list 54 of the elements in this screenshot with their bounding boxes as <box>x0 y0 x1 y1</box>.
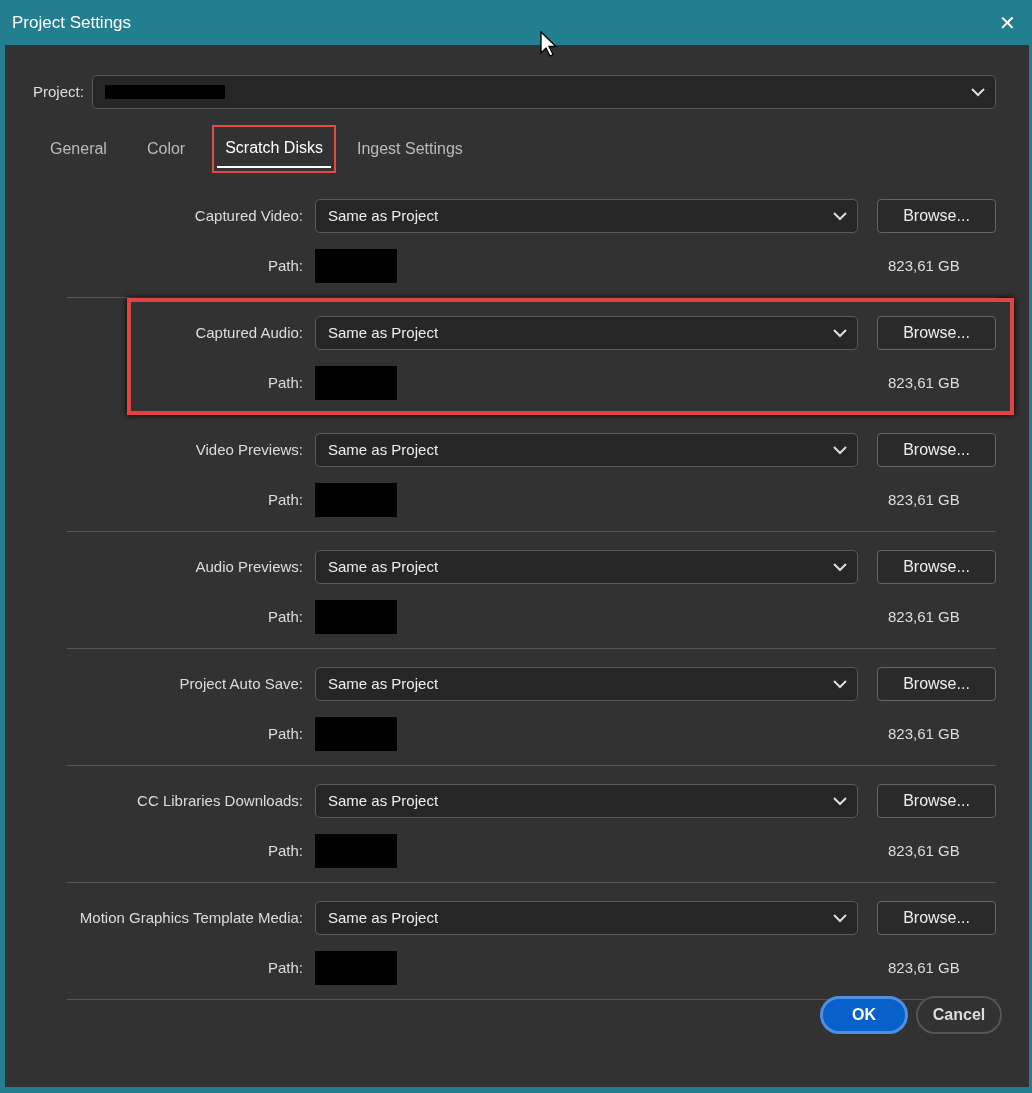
browse-button[interactable]: Browse... <box>877 433 996 467</box>
location-dropdown[interactable]: Same as Project <box>315 316 858 350</box>
browse-button[interactable]: Browse... <box>877 901 996 935</box>
tab[interactable]: Scratch Disks <box>217 130 331 168</box>
disk-space-text: 823,61 GB <box>888 489 961 510</box>
path-label: Path: <box>266 255 304 276</box>
chevron-down-icon <box>833 913 847 923</box>
disk-space-text: 823,61 GB <box>888 255 961 276</box>
path-label: Path: <box>266 489 304 510</box>
ok-button[interactable]: OK <box>820 996 908 1034</box>
browse-button[interactable]: Browse... <box>877 667 996 701</box>
location-dropdown[interactable]: Same as Project <box>315 901 858 935</box>
path-label: Path: <box>266 606 304 627</box>
location-dropdown[interactable]: Same as Project <box>315 433 858 467</box>
chevron-down-icon <box>971 87 985 97</box>
field-label: Project: <box>33 81 84 102</box>
tab[interactable]: Ingest Settings <box>348 131 471 167</box>
browse-button[interactable]: Browse... <box>877 316 996 350</box>
field-label: Project Auto Save: <box>178 673 304 694</box>
cursor-icon <box>540 31 558 57</box>
field-label: Video Previews: <box>194 439 304 460</box>
field-label: CC Libraries Downloads: <box>136 790 304 811</box>
chevron-down-icon <box>833 679 847 689</box>
close-button[interactable]: ✕ <box>995 7 1020 38</box>
disk-space-text: 823,61 GB <box>888 372 961 393</box>
field-label: Captured Video: <box>193 205 304 226</box>
location-dropdown[interactable]: Same as Project <box>315 667 858 701</box>
location-dropdown[interactable]: Same as Project <box>315 550 858 584</box>
disk-space-text: 823,61 GB <box>888 606 961 627</box>
browse-button[interactable]: Browse... <box>877 199 996 233</box>
path-label: Path: <box>266 840 304 861</box>
browse-button[interactable]: Browse... <box>877 784 996 818</box>
cancel-button[interactable]: Cancel <box>916 996 1002 1034</box>
field-label: Motion Graphics Template Media: <box>78 907 304 928</box>
path-label: Path: <box>266 723 304 744</box>
field-label: Captured Audio: <box>194 322 304 343</box>
field-label: Audio Previews: <box>194 556 304 577</box>
chevron-down-icon <box>833 562 847 572</box>
chevron-down-icon <box>833 796 847 806</box>
path-label: Path: <box>266 957 304 978</box>
path-label: Path: <box>266 372 304 393</box>
browse-button[interactable]: Browse... <box>877 550 996 584</box>
tab[interactable]: Color <box>138 131 194 167</box>
location-dropdown[interactable]: Same as Project <box>315 784 858 818</box>
window-title: Project Settings <box>12 11 132 34</box>
disk-space-text: 823,61 GB <box>888 840 961 861</box>
location-dropdown[interactable]: Same as Project <box>315 199 858 233</box>
chevron-down-icon <box>833 211 847 221</box>
disk-space-text: 823,61 GB <box>888 957 961 978</box>
tab[interactable]: General <box>42 131 115 167</box>
chevron-down-icon <box>833 328 847 338</box>
disk-space-text: 823,61 GB <box>888 723 961 744</box>
chevron-down-icon <box>833 445 847 455</box>
project-dropdown[interactable] <box>91 75 996 109</box>
